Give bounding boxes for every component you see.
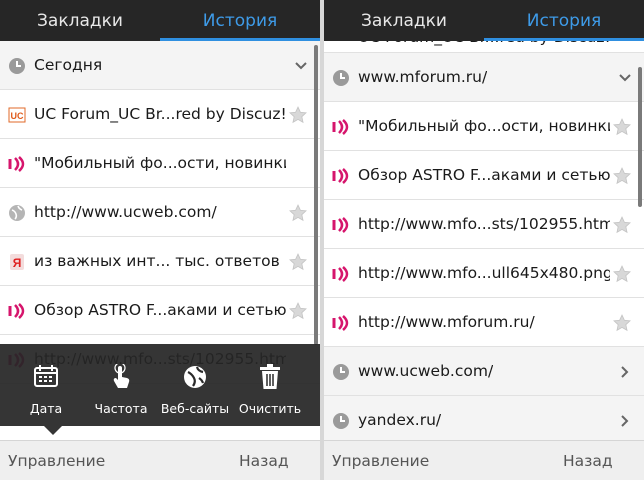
uc-logo-icon: UC [8, 107, 26, 123]
history-group-site[interactable]: yandex.ru/ [324, 396, 644, 440]
item-label: "Мобильный фо...ости, новинки [34, 154, 286, 172]
sort-by-date-button[interactable]: Дата [18, 344, 74, 426]
tab-bookmarks[interactable]: Закладки [0, 0, 160, 41]
star-icon[interactable] [612, 215, 632, 235]
chevron-right-icon [621, 366, 629, 378]
manage-button[interactable]: Управление [332, 441, 429, 480]
star-icon[interactable] [288, 301, 308, 321]
sort-by-websites-label: Веб-сайты [160, 401, 230, 416]
tab-bookmarks[interactable]: Закладки [324, 0, 484, 41]
group-label: www.ucweb.com/ [358, 362, 494, 380]
history-item[interactable]: http://www.mforum.ru/ [324, 298, 644, 347]
sort-by-frequency-button[interactable]: Частота [93, 344, 149, 426]
history-list: UC UC Forum_UC Br...red by Discuz! www.m… [324, 41, 644, 440]
bottom-bar: Управление Назад [0, 440, 320, 480]
history-item[interactable]: http://www.mfo...ull645x480.png [324, 249, 644, 298]
manage-button[interactable]: Управление [8, 441, 105, 480]
tab-history[interactable]: История [160, 0, 320, 41]
clock-icon [333, 70, 349, 86]
item-label: "Мобильный фо...ости, новинки [358, 117, 610, 135]
sort-by-date-label: Дата [29, 401, 63, 416]
tab-bar: Закладки История [324, 0, 644, 41]
sort-by-frequency-label: Частота [94, 401, 148, 416]
history-panel-left: Закладки История Сегодня UC UC Forum_UC … [0, 0, 320, 480]
group-label: www.mforum.ru/ [358, 68, 488, 86]
calendar-icon [34, 365, 58, 387]
history-group-today[interactable]: Сегодня [0, 41, 320, 90]
mforum-icon [332, 217, 349, 233]
history-item[interactable]: "Мобильный фо...ости, новинки [324, 102, 644, 151]
history-group-site[interactable]: www.ucweb.com/ [324, 347, 644, 396]
clock-icon [333, 413, 349, 429]
yandex-icon: Я [10, 254, 24, 270]
history-item[interactable]: Обзор ASTRO F...аками и сетью [324, 151, 644, 200]
clock-icon [9, 58, 25, 74]
clock-icon [333, 364, 349, 380]
bottom-bar: Управление Назад [324, 440, 644, 480]
item-label: Обзор ASTRO F...аками и сетью [34, 301, 286, 319]
tab-history[interactable]: История [484, 0, 644, 41]
globe-icon [9, 205, 25, 221]
star-icon[interactable] [612, 117, 632, 137]
star-icon[interactable] [288, 252, 308, 272]
tap-hand-icon [113, 364, 130, 388]
history-item[interactable]: http://www.ucweb.com/ [0, 188, 320, 237]
star-icon[interactable] [612, 313, 632, 333]
item-label: Обзор ASTRO F...аками и сетью [358, 166, 610, 184]
history-item[interactable]: Я из важных инт... тыс. ответов [0, 237, 320, 286]
star-icon[interactable] [612, 264, 632, 284]
clear-history-label: Очистить [238, 401, 302, 416]
history-group-site[interactable]: www.mforum.ru/ [324, 53, 644, 102]
star-icon[interactable] [288, 105, 308, 125]
back-button[interactable]: Назад [563, 441, 613, 480]
globe-icon [184, 366, 206, 388]
scrollbar[interactable] [638, 67, 642, 207]
mforum-icon [332, 315, 349, 331]
svg-text:UC: UC [11, 111, 24, 121]
history-item[interactable]: UC UC Forum_UC Br...red by Discuz! [324, 41, 644, 53]
history-item[interactable]: "Мобильный фо...ости, новинки [0, 139, 320, 188]
svg-text:Я: Я [13, 256, 22, 270]
item-label: http://www.ucweb.com/ [34, 203, 217, 221]
group-label: yandex.ru/ [358, 411, 442, 429]
star-icon[interactable] [288, 203, 308, 223]
history-item[interactable]: http://www.mfo...sts/102955.htm [324, 200, 644, 249]
history-sort-menu: Дата Частота Веб-сайты Очистить [0, 344, 320, 426]
mforum-icon [8, 156, 25, 172]
history-item[interactable]: Обзор ASTRO F...аками и сетью [0, 286, 320, 335]
item-label: из важных инт... тыс. ответов [34, 252, 280, 270]
mforum-icon [332, 168, 349, 184]
back-button[interactable]: Назад [239, 441, 289, 480]
mforum-icon [332, 266, 349, 282]
chevron-down-icon [619, 74, 631, 82]
item-label: http://www.mfo...ull645x480.png [358, 264, 610, 282]
sort-by-websites-button[interactable]: Веб-сайты [160, 344, 230, 426]
item-label: UC Forum_UC Br...red by Discuz! [34, 105, 286, 123]
item-label: http://www.mfo...sts/102955.htm [358, 215, 610, 233]
star-icon[interactable] [612, 166, 632, 186]
mforum-icon [332, 119, 349, 135]
history-item[interactable]: UC UC Forum_UC Br...red by Discuz! [0, 90, 320, 139]
history-panel-right: Закладки История UC UC Forum_UC Br...red… [324, 0, 644, 480]
menu-pointer [44, 426, 62, 435]
trash-icon [260, 364, 280, 389]
item-label: http://www.mforum.ru/ [358, 313, 535, 331]
group-label: Сегодня [34, 56, 103, 74]
chevron-down-icon [295, 62, 307, 70]
mforum-icon [8, 303, 25, 319]
tab-bar: Закладки История [0, 0, 320, 41]
scrollbar[interactable] [314, 45, 318, 345]
clear-history-button[interactable]: Очистить [238, 344, 302, 426]
chevron-right-icon [621, 415, 629, 427]
